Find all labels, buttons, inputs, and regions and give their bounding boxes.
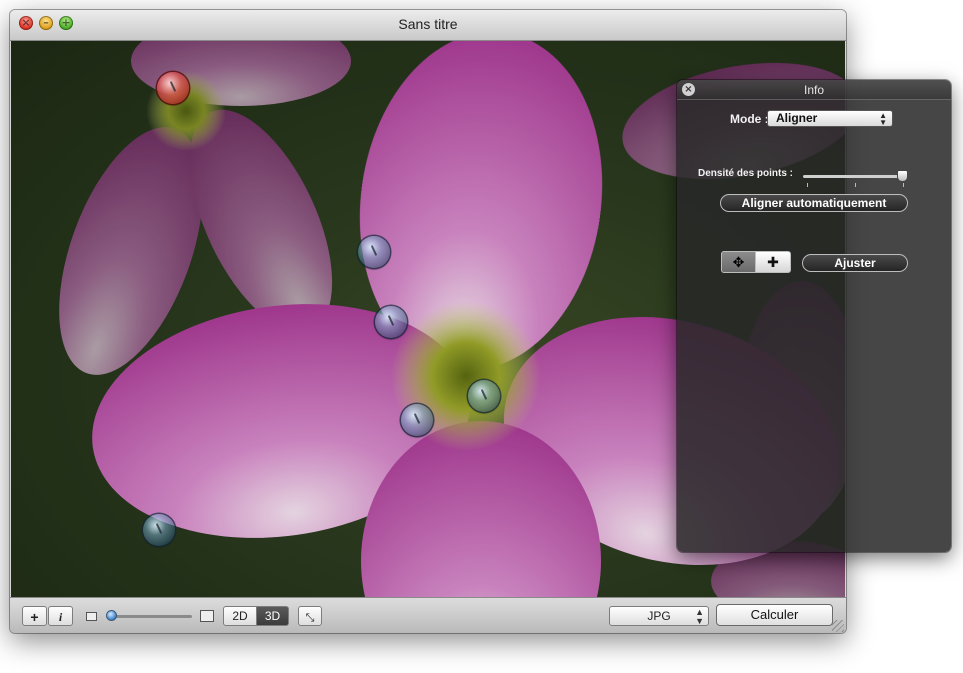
zoom-slider-knob[interactable]	[106, 610, 117, 621]
fullscreen-button[interactable]: ⤡	[298, 606, 322, 626]
info-button[interactable]: i	[48, 606, 73, 626]
move-cursor-icon: ✥	[732, 254, 745, 270]
adjust-button[interactable]: Ajuster	[802, 254, 908, 272]
resize-grip-icon[interactable]	[832, 620, 844, 632]
density-label: Densité des points :	[698, 168, 794, 179]
add-point-cursor-icon: ✚	[767, 254, 779, 270]
add-point-tool[interactable]: ✚	[756, 251, 791, 273]
popup-arrows-icon: ▲ ▼	[695, 607, 704, 626]
zoom-slider-track[interactable]	[106, 615, 192, 618]
calculate-button[interactable]: Calculer	[716, 604, 833, 626]
window-title: Sans titre	[398, 16, 458, 32]
zoom-out-icon[interactable]	[86, 612, 97, 621]
expand-arrows-icon: ⤡	[305, 611, 315, 624]
popup-arrows-icon: ▲ ▼	[879, 111, 887, 127]
bottom-toolbar: + i 2D 3D ⤡ JPG ▲ ▼ Calculer	[10, 597, 846, 633]
move-points-tool[interactable]: ✥	[721, 251, 756, 273]
tool-selector: ✥ ✚	[721, 251, 791, 273]
add-button[interactable]: +	[22, 606, 47, 626]
slider-tick	[855, 183, 856, 187]
control-point[interactable]	[358, 236, 390, 268]
control-point[interactable]	[143, 514, 175, 546]
slider-tick	[903, 183, 904, 187]
view-3d-button[interactable]: 3D	[257, 606, 289, 626]
slider-tick	[807, 183, 808, 187]
zoom-in-icon[interactable]	[200, 610, 214, 622]
view-2d-button[interactable]: 2D	[223, 606, 257, 626]
info-panel: × Info Mode : Aligner ▲ ▼ Densité des poi…	[677, 80, 951, 552]
format-value: JPG	[647, 609, 671, 623]
control-point[interactable]	[401, 404, 433, 436]
mode-value: Aligner	[776, 111, 818, 125]
mode-label: Mode :	[730, 112, 769, 126]
format-popup[interactable]: JPG ▲ ▼	[609, 606, 709, 626]
info-panel-title: Info	[803, 83, 824, 97]
auto-align-button[interactable]: Aligner automatiquement	[720, 194, 908, 212]
view-mode-selector: 2D 3D	[223, 606, 289, 626]
control-point[interactable]	[375, 306, 407, 338]
control-point-selected[interactable]	[157, 72, 189, 104]
mode-popup[interactable]: Aligner ▲ ▼	[767, 110, 893, 127]
density-slider-track[interactable]	[803, 175, 907, 178]
title-bar[interactable]: × – + Sans titre	[10, 10, 846, 41]
density-slider-knob[interactable]	[897, 170, 908, 182]
control-point[interactable]	[468, 380, 500, 412]
